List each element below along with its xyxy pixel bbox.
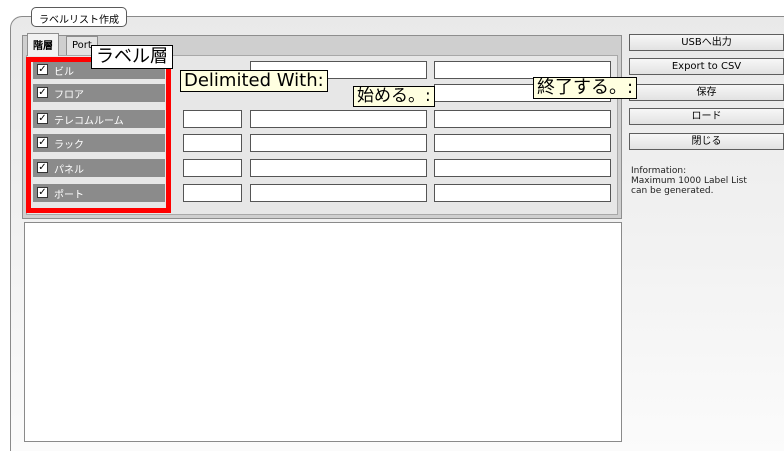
- start-input[interactable]: [250, 184, 427, 202]
- tab-layers[interactable]: 階層: [27, 33, 59, 56]
- load-button[interactable]: ロード: [629, 108, 784, 125]
- callout-start: 始める。:: [353, 86, 435, 107]
- info-line: Maximum 1000 Label List: [631, 176, 747, 186]
- usb-output-button[interactable]: USBへ出力: [629, 34, 784, 51]
- start-input[interactable]: [250, 159, 427, 177]
- delimiter-input[interactable]: [183, 159, 242, 177]
- callout-end: 終了する。:: [533, 77, 638, 99]
- export-csv-button[interactable]: Export to CSV: [629, 58, 784, 75]
- start-input[interactable]: [250, 134, 427, 152]
- end-input[interactable]: [434, 110, 611, 128]
- info-text: Information: Maximum 1000 Label List can…: [631, 166, 783, 196]
- end-input[interactable]: [434, 184, 611, 202]
- close-button[interactable]: 閉じる: [629, 133, 784, 150]
- delimiter-input[interactable]: [183, 134, 242, 152]
- save-button[interactable]: 保存: [629, 84, 784, 101]
- info-line: can be generated.: [631, 186, 714, 196]
- end-input[interactable]: [434, 134, 611, 152]
- end-input[interactable]: [434, 159, 611, 177]
- start-input[interactable]: [250, 110, 427, 128]
- label-list-output[interactable]: [24, 222, 622, 442]
- info-heading: Information:: [631, 166, 687, 176]
- callout-label-layer: ラベル層: [91, 45, 173, 69]
- callout-delimited-with: Delimited With:: [180, 70, 328, 92]
- delimiter-input[interactable]: [183, 110, 242, 128]
- delimiter-input[interactable]: [183, 184, 242, 202]
- layer-highlight-box: [26, 57, 171, 213]
- window-title: ラベルリスト作成: [31, 7, 127, 27]
